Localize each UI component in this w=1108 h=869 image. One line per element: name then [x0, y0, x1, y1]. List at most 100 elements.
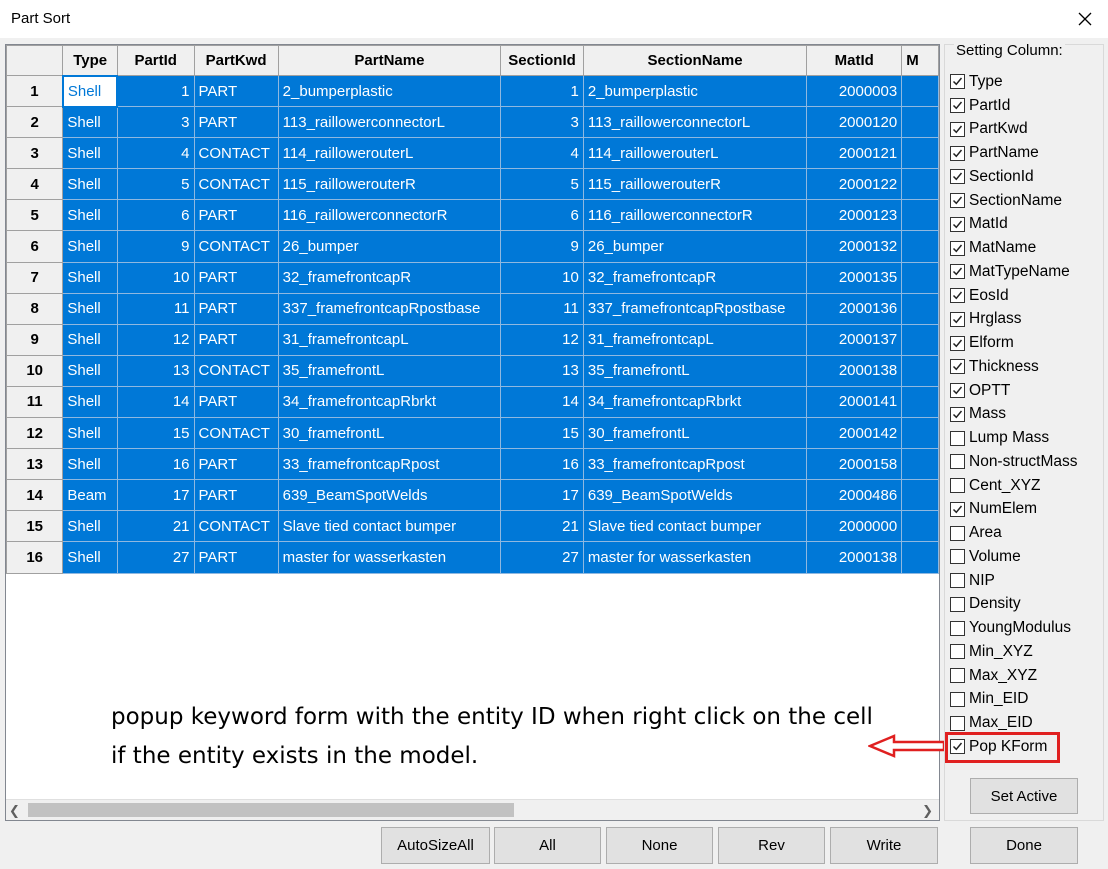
- checkbox-unchecked-icon[interactable]: [950, 596, 965, 612]
- row-header[interactable]: 1: [6, 74, 64, 108]
- scroll-left-icon[interactable]: ❮: [9, 803, 20, 819]
- cell-type[interactable]: Shell: [62, 448, 118, 481]
- cell-matid[interactable]: 2000132: [806, 230, 903, 263]
- table-row[interactable]: 1 Shell 1 PART 2_bumperplastic 1 2_bumperplast…: [6, 74, 939, 108]
- column-toggle-thickness[interactable]: Thickness: [950, 355, 1100, 379]
- row-header[interactable]: 7: [6, 261, 64, 294]
- cell-matid[interactable]: 2000136: [806, 292, 903, 325]
- cell-sectionid[interactable]: 21: [500, 510, 584, 543]
- row-header[interactable]: 12: [6, 417, 64, 450]
- cell-type[interactable]: Shell: [62, 354, 118, 387]
- row-header[interactable]: 5: [6, 199, 64, 232]
- cell-sectionid[interactable]: 12: [500, 323, 584, 356]
- cell-type[interactable]: Shell: [62, 541, 118, 574]
- table-row[interactable]: 10 Shell 13 CONTACT 35_framefrontL 13 35_frame…: [6, 354, 939, 387]
- column-header-sectionname[interactable]: SectionName: [582, 45, 808, 76]
- cell-matid[interactable]: 2000158: [806, 448, 903, 481]
- cell-sectionid[interactable]: 16: [500, 448, 584, 481]
- column-header-type[interactable]: Type: [62, 45, 118, 76]
- checkbox-checked-icon[interactable]: [950, 121, 965, 137]
- cell-partname[interactable]: master for wasserkasten: [277, 541, 502, 574]
- cell-partid[interactable]: 13: [116, 354, 195, 387]
- cell-partid[interactable]: 5: [116, 168, 195, 201]
- cell-partkwd[interactable]: PART: [193, 541, 279, 574]
- cell-sectionid[interactable]: 17: [500, 479, 584, 512]
- column-header-partid[interactable]: PartId: [116, 45, 195, 76]
- checkbox-unchecked-icon[interactable]: [950, 430, 965, 446]
- table-row[interactable]: 6 Shell 9 CONTACT 26_bumper 9 26_bumper 2000132: [6, 230, 939, 263]
- table-row[interactable]: 7 Shell 10 PART 32_framefrontcapR 10 32_framef…: [6, 261, 939, 294]
- cell-matid[interactable]: 2000142: [806, 417, 903, 450]
- cell-matid[interactable]: 2000003: [806, 74, 903, 108]
- row-header[interactable]: 11: [6, 385, 64, 419]
- cell-type[interactable]: Shell: [62, 292, 118, 325]
- cell-partid[interactable]: 4: [116, 137, 195, 170]
- table-row[interactable]: 4 Shell 5 CONTACT 115_raillowerouterR 5 115_ra…: [6, 168, 939, 201]
- cell-partkwd[interactable]: PART: [193, 74, 279, 108]
- cell-partname[interactable]: 33_framefrontcapRpost: [277, 448, 502, 481]
- cell-sectionid[interactable]: 1: [500, 74, 584, 108]
- column-toggle-sectionid[interactable]: SectionId: [950, 165, 1100, 189]
- cell-sectionid[interactable]: 13: [500, 354, 584, 387]
- column-toggle-cent-xyz[interactable]: Cent_XYZ: [950, 474, 1100, 498]
- cell-partid[interactable]: 11: [116, 292, 195, 325]
- cell-matid[interactable]: 2000138: [806, 354, 903, 387]
- cell-sectionid[interactable]: 27: [500, 541, 584, 574]
- done-button[interactable]: Done: [970, 827, 1078, 864]
- cell-matname[interactable]: [901, 323, 939, 356]
- row-header[interactable]: 4: [6, 168, 64, 201]
- cell-sectionname[interactable]: 337_framefrontcapRpostbase: [582, 292, 808, 325]
- cell-matname[interactable]: [901, 510, 939, 543]
- column-toggle-numelem[interactable]: NumElem: [950, 498, 1100, 522]
- row-header[interactable]: 3: [6, 137, 64, 170]
- cell-partname[interactable]: 337_framefrontcapRpostbase: [277, 292, 502, 325]
- column-toggle-matname[interactable]: MatName: [950, 236, 1100, 260]
- cell-type[interactable]: Shell: [62, 168, 118, 201]
- cell-matid[interactable]: 2000137: [806, 323, 903, 356]
- column-toggle-nip[interactable]: NIP: [950, 569, 1100, 593]
- cell-partname[interactable]: 26_bumper: [277, 230, 502, 263]
- cell-matname[interactable]: [901, 417, 939, 450]
- table-row[interactable]: 5 Shell 6 PART 116_raillowerconnectorR 6 116_r…: [6, 199, 939, 232]
- column-toggle-eosid[interactable]: EosId: [950, 284, 1100, 308]
- cell-sectionname[interactable]: 2_bumperplastic: [582, 74, 808, 108]
- cell-matname[interactable]: [901, 448, 939, 481]
- cell-sectionid[interactable]: 4: [500, 137, 584, 170]
- cell-matname[interactable]: [901, 199, 939, 232]
- cell-type[interactable]: Shell: [62, 417, 118, 450]
- row-header[interactable]: 13: [6, 448, 64, 481]
- cell-type[interactable]: Shell: [61, 74, 119, 108]
- row-header[interactable]: 6: [6, 230, 64, 263]
- cell-matid[interactable]: 2000138: [806, 541, 903, 574]
- cell-partkwd[interactable]: CONTACT: [193, 510, 279, 543]
- cell-partkwd[interactable]: CONTACT: [193, 230, 279, 263]
- cell-type[interactable]: Shell: [62, 261, 118, 294]
- table-row[interactable]: 15 Shell 21 CONTACT Slave tied contact bumpe…: [6, 510, 939, 543]
- cell-partkwd[interactable]: PART: [193, 106, 279, 139]
- write-button[interactable]: Write: [830, 827, 938, 864]
- table-row[interactable]: 13 Shell 16 PART 33_framefrontcapRpost 16 33_f…: [6, 448, 939, 481]
- table-row[interactable]: 3 Shell 4 CONTACT 114_raillowerouterL 4 114_ra…: [6, 137, 939, 170]
- checkbox-unchecked-icon[interactable]: [950, 668, 965, 684]
- cell-matname[interactable]: [901, 354, 939, 387]
- checkbox-checked-icon[interactable]: [950, 74, 965, 90]
- cell-matname[interactable]: [901, 479, 939, 512]
- cell-partname[interactable]: 2_bumperplastic: [277, 74, 502, 108]
- cell-sectionname[interactable]: Slave tied contact bumper: [582, 510, 808, 543]
- horizontal-scrollbar[interactable]: ❮ ❯: [6, 799, 939, 820]
- cell-partid[interactable]: 3: [116, 106, 195, 139]
- cell-partid[interactable]: 16: [116, 448, 195, 481]
- column-toggle-matid[interactable]: MatId: [950, 213, 1100, 237]
- table-row[interactable]: 14 Beam 17 PART 639_BeamSpotWelds 17 639_BeamS…: [6, 479, 939, 512]
- cell-partid[interactable]: 15: [116, 417, 195, 450]
- cell-partname[interactable]: 32_framefrontcapR: [277, 261, 502, 294]
- scroll-right-icon[interactable]: ❯: [922, 803, 933, 819]
- column-toggle-sectionname[interactable]: SectionName: [950, 189, 1100, 213]
- cell-partkwd[interactable]: PART: [193, 323, 279, 356]
- cell-matid[interactable]: 2000120: [806, 106, 903, 139]
- cell-partkwd[interactable]: PART: [193, 479, 279, 512]
- checkbox-unchecked-icon[interactable]: [950, 691, 965, 707]
- checkbox-checked-icon[interactable]: [950, 406, 965, 422]
- autosize-all-button[interactable]: AutoSizeAll: [381, 827, 490, 864]
- checkbox-checked-icon[interactable]: [950, 359, 965, 375]
